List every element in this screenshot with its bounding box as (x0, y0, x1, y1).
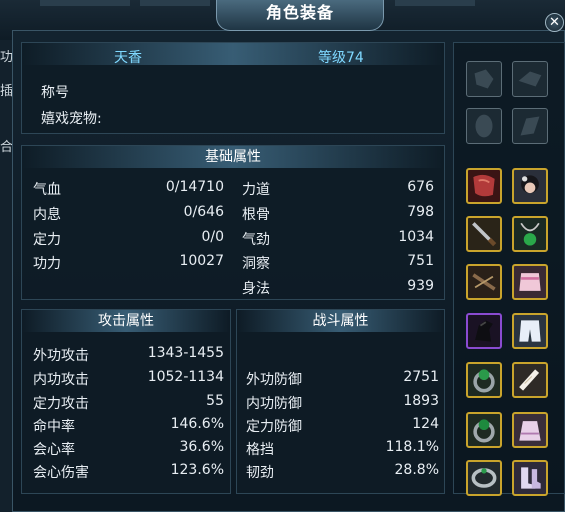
stat-label: 洞察 (242, 256, 270, 272)
mount-slot[interactable] (466, 313, 502, 349)
fashion-slot-4[interactable] (512, 108, 548, 144)
background-tab (140, 0, 210, 6)
arm-wrap-icon (519, 369, 540, 391)
stat-label: 会心伤害 (33, 465, 89, 481)
stat-label: 内息 (33, 207, 61, 223)
stat-label: 命中率 (33, 419, 75, 435)
boots-slot[interactable] (512, 460, 548, 496)
stat-value: 2751 (403, 369, 439, 385)
empty-slot-icon (474, 69, 494, 89)
stat-label: 身法 (242, 281, 270, 297)
stat-value: 676 (407, 179, 434, 195)
arms-slot[interactable] (512, 362, 548, 398)
background-left-edge: 功 插 合 (0, 40, 13, 512)
legs-slot[interactable] (512, 313, 548, 349)
stat-value: 0/646 (183, 204, 224, 220)
stat-label: 气劲 (242, 232, 270, 248)
stat-label: 会心率 (33, 442, 75, 458)
empty-slot-icon (518, 71, 542, 87)
stat-value: 28.8% (394, 462, 439, 478)
stat-value: 1343-1455 (147, 345, 224, 361)
basic-attributes-panel: 基础属性 气血 0/14710 内息 0/646 定力 0/0 功力 10027… (21, 145, 445, 300)
stat-label: 力道 (242, 182, 270, 198)
stat-value: 123.6% (170, 462, 224, 478)
offhand-slot[interactable] (466, 264, 502, 300)
stat-value: 146.6% (170, 416, 224, 432)
combat-attributes-header: 战斗属性 (237, 310, 444, 332)
green-ring-icon (473, 419, 495, 443)
stat-value: 0/0 (201, 229, 224, 245)
attack-attributes-header: 攻击属性 (22, 310, 230, 332)
stat-label: 功力 (33, 256, 61, 272)
chest-slot[interactable] (512, 264, 548, 300)
fashion-slot-2[interactable] (512, 61, 548, 97)
stat-label: 气血 (33, 182, 61, 198)
ring-slot-2[interactable] (466, 412, 502, 448)
character-name: 天香 (114, 50, 142, 66)
stat-label: 根骨 (242, 207, 270, 223)
stat-value: 36.6% (179, 439, 224, 455)
character-level: 等级74 (318, 50, 364, 66)
stat-value: 0/14710 (165, 179, 224, 195)
stat-value: 124 (412, 416, 439, 432)
profile-panel: 天香 等级74 称号 嬉戏宠物: (21, 42, 445, 134)
crossbow-icon (472, 273, 496, 291)
white-pants-icon (519, 320, 541, 342)
jade-ring-icon (473, 369, 495, 393)
skirt-icon (519, 421, 541, 441)
skirt-slot[interactable] (512, 412, 548, 448)
stat-label: 定力攻击 (33, 396, 89, 412)
stat-value: 10027 (179, 253, 224, 269)
stat-value: 1052-1134 (147, 369, 224, 385)
close-button[interactable]: ✕ (545, 13, 564, 32)
pink-top-icon (519, 273, 541, 291)
basic-attributes-header: 基础属性 (22, 146, 444, 168)
pet-label: 嬉戏宠物: (41, 111, 102, 127)
jade-necklace-icon (520, 222, 540, 246)
weapon-slot[interactable] (466, 216, 502, 252)
stat-value: 118.1% (385, 439, 439, 455)
stat-label: 格挡 (246, 442, 274, 458)
profile-header (22, 43, 444, 65)
cape-slot[interactable] (466, 168, 502, 204)
stat-value: 939 (407, 278, 434, 294)
ring-slot-1[interactable] (466, 362, 502, 398)
stat-label: 外功防御 (246, 372, 302, 388)
empty-slot-icon (475, 114, 493, 138)
attack-attributes-panel: 攻击属性 外功攻击 1343-1455 内功攻击 1052-1134 定力攻击 … (21, 309, 231, 494)
dagger-icon (472, 222, 497, 247)
stat-label: 定力防御 (246, 419, 302, 435)
silver-bracelet-icon (471, 468, 497, 488)
stat-value: 798 (407, 204, 434, 220)
stat-value: 1034 (398, 229, 434, 245)
background-tab (40, 0, 130, 6)
window-title: 角色装备 (216, 0, 384, 31)
stat-label: 内功防御 (246, 396, 302, 412)
stat-value: 751 (407, 253, 434, 269)
stat-value: 55 (206, 393, 224, 409)
empty-slot-icon (520, 116, 540, 136)
combat-attributes-panel: 战斗属性 外功防御 2751 内功防御 1893 定力防御 124 格挡 118… (236, 309, 445, 494)
hair-ornament-icon (521, 175, 539, 194)
fashion-slot-1[interactable] (466, 61, 502, 97)
black-horse-icon (475, 320, 493, 342)
title-label: 称号 (41, 85, 69, 101)
stat-label: 外功攻击 (33, 348, 89, 364)
background-tab (395, 0, 475, 6)
stat-label: 内功攻击 (33, 372, 89, 388)
head-slot[interactable] (512, 168, 548, 204)
necklace-slot[interactable] (512, 216, 548, 252)
bracelet-slot[interactable] (466, 460, 502, 496)
stat-label: 韧劲 (246, 465, 274, 481)
stat-value: 1893 (403, 393, 439, 409)
red-cape-icon (473, 174, 495, 197)
stat-label: 定力 (33, 232, 61, 248)
boots-icon (521, 467, 541, 489)
fashion-slot-3[interactable] (466, 108, 502, 144)
